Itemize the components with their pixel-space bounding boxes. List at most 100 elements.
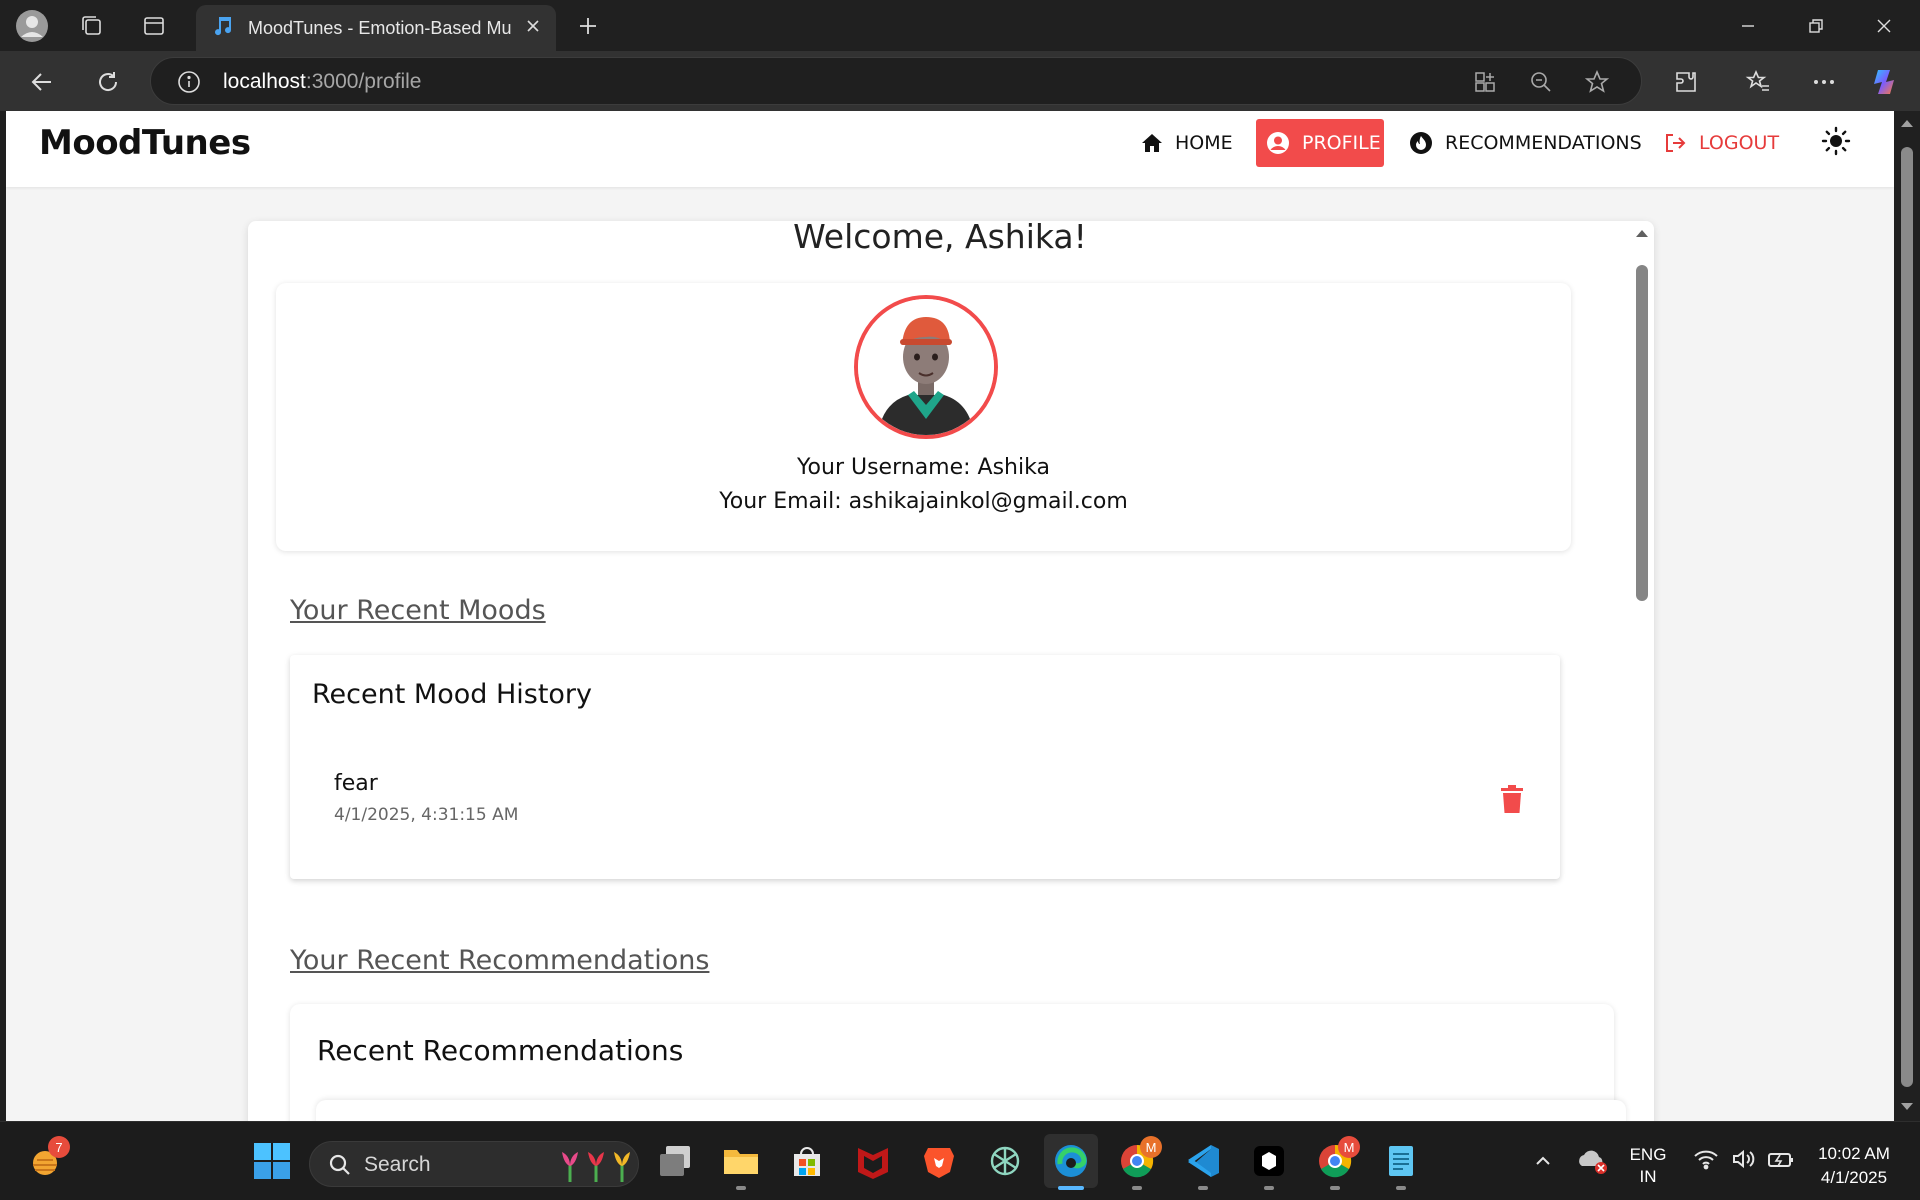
browser-toolbar: localhost:3000/profile — [0, 51, 1920, 111]
battery-charging-icon — [1767, 1148, 1795, 1175]
profile-page-card: Welcome, Ashika! Your Username: Ashika Y — [248, 217, 1654, 1121]
welcome-heading: Welcome, Ashika! — [793, 217, 1087, 256]
flame-icon — [1409, 131, 1433, 155]
recent-moods-heading[interactable]: Your Recent Moods — [290, 595, 546, 626]
brand-logo[interactable]: MoodTunes — [39, 123, 251, 163]
mcafee-icon[interactable] — [846, 1134, 900, 1188]
browser-scrollbar-thumb[interactable] — [1901, 147, 1913, 1087]
new-tab-button[interactable] — [570, 8, 606, 44]
site-info-icon[interactable] — [173, 66, 205, 98]
github-copilot-app-icon[interactable] — [1242, 1134, 1296, 1190]
url-path: :3000/profile — [305, 70, 422, 93]
nav-logout-label: LOGOUT — [1699, 132, 1780, 154]
sun-icon — [1821, 126, 1851, 161]
chrome-profile-2-icon[interactable]: M — [1308, 1134, 1362, 1190]
browser-scroll-up-icon[interactable] — [1894, 115, 1920, 131]
show-hidden-icons-chevron-icon[interactable] — [1516, 1134, 1570, 1188]
more-menu-icon[interactable] — [1804, 62, 1844, 102]
username-text: Your Username: Ashika — [797, 455, 1050, 480]
tulips-icon — [558, 1146, 634, 1189]
chrome-profile-2-badge: M — [1338, 1136, 1360, 1158]
chrome-profile-1-icon[interactable]: M — [1110, 1134, 1164, 1190]
recommendations-card: Recent Recommendations — [290, 1004, 1626, 1121]
browser-scrollbar[interactable] — [1894, 111, 1920, 1121]
search-icon — [328, 1153, 352, 1182]
weather-badge: 7 — [48, 1136, 70, 1158]
recommendation-item[interactable] — [316, 1100, 1626, 1121]
reload-button[interactable] — [88, 62, 128, 102]
taskbar: 7 Search M M ENG IN 10:02 AM 4/1/2025 — [0, 1121, 1920, 1200]
mood-item-name: fear — [334, 771, 378, 796]
scroll-up-arrow-icon[interactable] — [1632, 225, 1652, 241]
notepad-icon[interactable] — [1374, 1134, 1428, 1190]
music-note-icon — [210, 14, 234, 43]
chrome-profile-badge: M — [1140, 1136, 1162, 1158]
card-scrollbar[interactable] — [1632, 221, 1652, 1121]
mood-history-title: Recent Mood History — [312, 679, 593, 710]
language-region: IN — [1639, 1167, 1657, 1186]
account-circle-icon — [1266, 131, 1290, 155]
file-explorer-icon[interactable] — [714, 1134, 768, 1190]
card-scrollbar-thumb[interactable] — [1636, 265, 1648, 601]
recent-recommendations-heading[interactable]: Your Recent Recommendations — [290, 945, 709, 976]
url-text[interactable]: localhost:3000/profile — [223, 70, 421, 94]
nav-profile[interactable]: PROFILE — [1256, 119, 1384, 167]
mood-history-card: Recent Mood History fear 4/1/2025, 4:31:… — [290, 655, 1560, 879]
clock[interactable]: 10:02 AM 4/1/2025 — [1806, 1142, 1902, 1190]
volume-icon — [1731, 1148, 1755, 1175]
app-header: MoodTunes HOME PROFILE RECOMMENDATIONS L… — [6, 111, 1894, 187]
nav-profile-label: PROFILE — [1302, 132, 1381, 154]
close-tab-icon[interactable] — [524, 17, 542, 40]
nav-recommendations-label: RECOMMENDATIONS — [1445, 132, 1642, 154]
favorite-star-icon[interactable] — [1581, 66, 1613, 98]
nav-recommendations[interactable]: RECOMMENDATIONS — [1399, 119, 1652, 167]
favorites-icon[interactable] — [1738, 62, 1778, 102]
brave-browser-icon[interactable] — [912, 1134, 966, 1188]
task-view-icon[interactable] — [648, 1134, 702, 1188]
extensions-icon[interactable] — [1666, 62, 1706, 102]
clock-time: 10:02 AM — [1818, 1144, 1890, 1163]
restore-button[interactable] — [1782, 0, 1850, 51]
profile-info-card: Your Username: Ashika Your Email: ashika… — [276, 283, 1571, 551]
email-text: Your Email: ashikajainkol@gmail.com — [719, 489, 1128, 514]
start-button[interactable] — [245, 1134, 299, 1188]
logout-icon — [1663, 131, 1687, 155]
edge-browser-icon[interactable] — [1044, 1134, 1098, 1190]
recommendations-title: Recent Recommendations — [317, 1034, 684, 1067]
page-viewport: MoodTunes HOME PROFILE RECOMMENDATIONS L… — [6, 111, 1894, 1121]
profile-avatar-icon[interactable] — [14, 8, 50, 44]
url-host: localhost — [223, 70, 306, 93]
nav-home-label: HOME — [1175, 132, 1233, 154]
home-icon — [1141, 132, 1163, 154]
app-available-icon[interactable] — [1469, 66, 1501, 98]
onedrive-error-icon[interactable] — [1566, 1134, 1620, 1188]
back-button[interactable] — [22, 62, 62, 102]
quick-settings-button[interactable] — [1678, 1134, 1810, 1188]
theme-toggle-button[interactable] — [1811, 119, 1861, 167]
language-indicator[interactable]: ENG IN — [1622, 1144, 1674, 1188]
mood-item-time: 4/1/2025, 4:31:15 AM — [334, 805, 519, 825]
browser-scroll-down-icon[interactable] — [1894, 1099, 1920, 1115]
workspaces-icon[interactable] — [74, 8, 110, 44]
chatgpt-icon[interactable] — [978, 1134, 1032, 1188]
weather-widget-icon[interactable]: 7 — [18, 1134, 72, 1188]
nav-logout[interactable]: LOGOUT — [1653, 119, 1789, 167]
zoom-out-icon[interactable] — [1525, 66, 1557, 98]
tab-actions-icon[interactable] — [136, 8, 172, 44]
active-tab[interactable]: MoodTunes - Emotion-Based Mu — [196, 5, 556, 51]
vscode-icon[interactable] — [1176, 1134, 1230, 1190]
delete-mood-icon[interactable] — [1496, 783, 1528, 815]
wifi-icon — [1693, 1148, 1719, 1175]
nav-home[interactable]: HOME — [1131, 119, 1243, 167]
taskbar-search[interactable]: Search — [309, 1141, 639, 1187]
language-code: ENG — [1629, 1145, 1667, 1164]
copilot-icon[interactable] — [1866, 62, 1906, 102]
microsoft-store-icon[interactable] — [780, 1134, 834, 1188]
minimize-button[interactable] — [1714, 0, 1782, 51]
user-avatar — [854, 295, 998, 439]
tab-title: MoodTunes - Emotion-Based Mu — [248, 17, 512, 38]
address-bar[interactable]: localhost:3000/profile — [150, 57, 1642, 105]
browser-tab-bar: MoodTunes - Emotion-Based Mu — [0, 0, 1920, 51]
close-window-button[interactable] — [1850, 0, 1918, 51]
clock-date: 4/1/2025 — [1820, 1168, 1888, 1187]
